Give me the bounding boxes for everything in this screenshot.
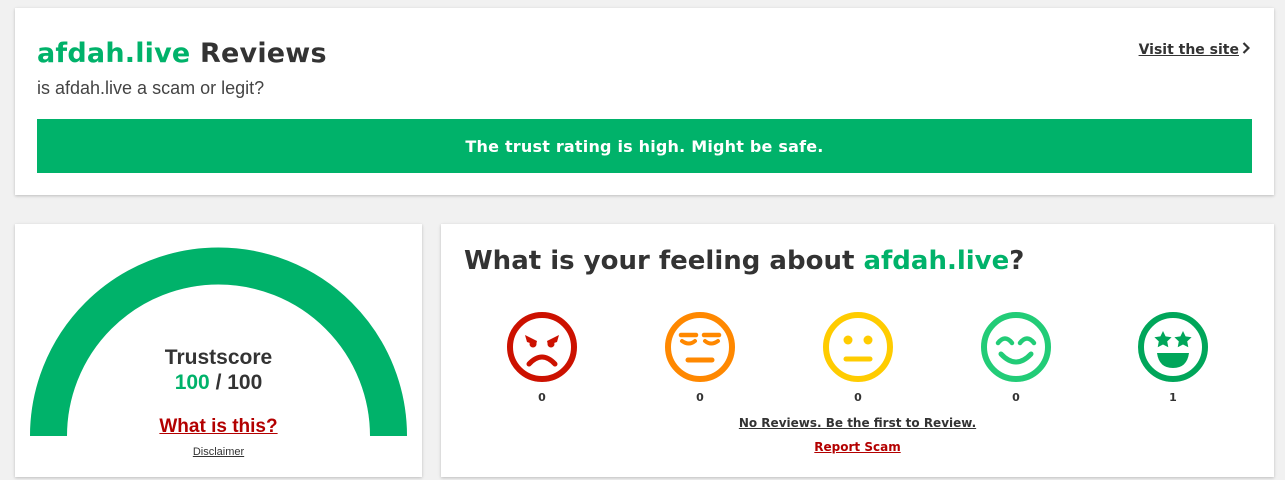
- rating-count-neutral: 0: [854, 391, 862, 404]
- visit-site-link[interactable]: Visit the site: [1138, 42, 1251, 58]
- rating-count-smiling: 0: [1012, 391, 1020, 404]
- trustscore-card: Trustscore 100 / 100 What is this? Discl…: [15, 224, 422, 477]
- disclaimer-link[interactable]: Disclaimer: [15, 446, 422, 458]
- rating-count-annoyed: 0: [696, 391, 704, 404]
- rating-option-angry[interactable]: 0: [502, 310, 582, 404]
- neutral-face-icon: [823, 312, 893, 382]
- chevron-right-icon: [1242, 42, 1251, 58]
- star-eyes-face-icon: [1138, 312, 1208, 382]
- feeling-domain: afdah.live: [863, 246, 1010, 276]
- rating-count-angry: 0: [538, 391, 546, 404]
- annoyed-face-icon: [665, 312, 735, 382]
- site-header-card: afdah.live Reviews is afdah.live a scam …: [15, 8, 1274, 195]
- trustscore-gauge: [30, 247, 407, 437]
- page-subtitle: is afdah.live a scam or legit?: [37, 78, 265, 98]
- angry-face-icon: [507, 312, 577, 382]
- feeling-title-suffix: ?: [1009, 246, 1025, 276]
- report-scam-link[interactable]: Report Scam: [441, 440, 1274, 454]
- feeling-card: What is your feeling about afdah.live? 0…: [441, 224, 1274, 477]
- visit-site-label: Visit the site: [1138, 42, 1239, 58]
- title-suffix: Reviews: [200, 38, 327, 69]
- trustscore-score: 100: [174, 371, 210, 394]
- page-title: afdah.live Reviews: [37, 38, 327, 69]
- no-reviews-link[interactable]: No Reviews. Be the first to Review.: [441, 416, 1274, 430]
- rating-option-smiling[interactable]: 0: [976, 310, 1056, 404]
- trust-rating-banner: The trust rating is high. Might be safe.: [37, 119, 1252, 173]
- trustscore-label: Trustscore: [164, 346, 273, 369]
- trustscore-max: 100: [227, 371, 263, 394]
- rating-count-star-eyes: 1: [1169, 391, 1177, 404]
- what-is-this-link[interactable]: What is this?: [15, 416, 422, 438]
- feeling-title-prefix: What is your feeling about: [464, 246, 864, 276]
- rating-option-star-eyes[interactable]: 1: [1133, 310, 1213, 404]
- trustscore-separator: /: [209, 371, 228, 394]
- smiling-face-icon: [981, 312, 1051, 382]
- site-domain: afdah.live: [37, 38, 191, 69]
- rating-option-neutral[interactable]: 0: [818, 310, 898, 404]
- trustscore-value: 100 / 100: [15, 371, 422, 395]
- feeling-title: What is your feeling about afdah.live?: [464, 246, 1024, 276]
- rating-option-annoyed[interactable]: 0: [660, 310, 740, 404]
